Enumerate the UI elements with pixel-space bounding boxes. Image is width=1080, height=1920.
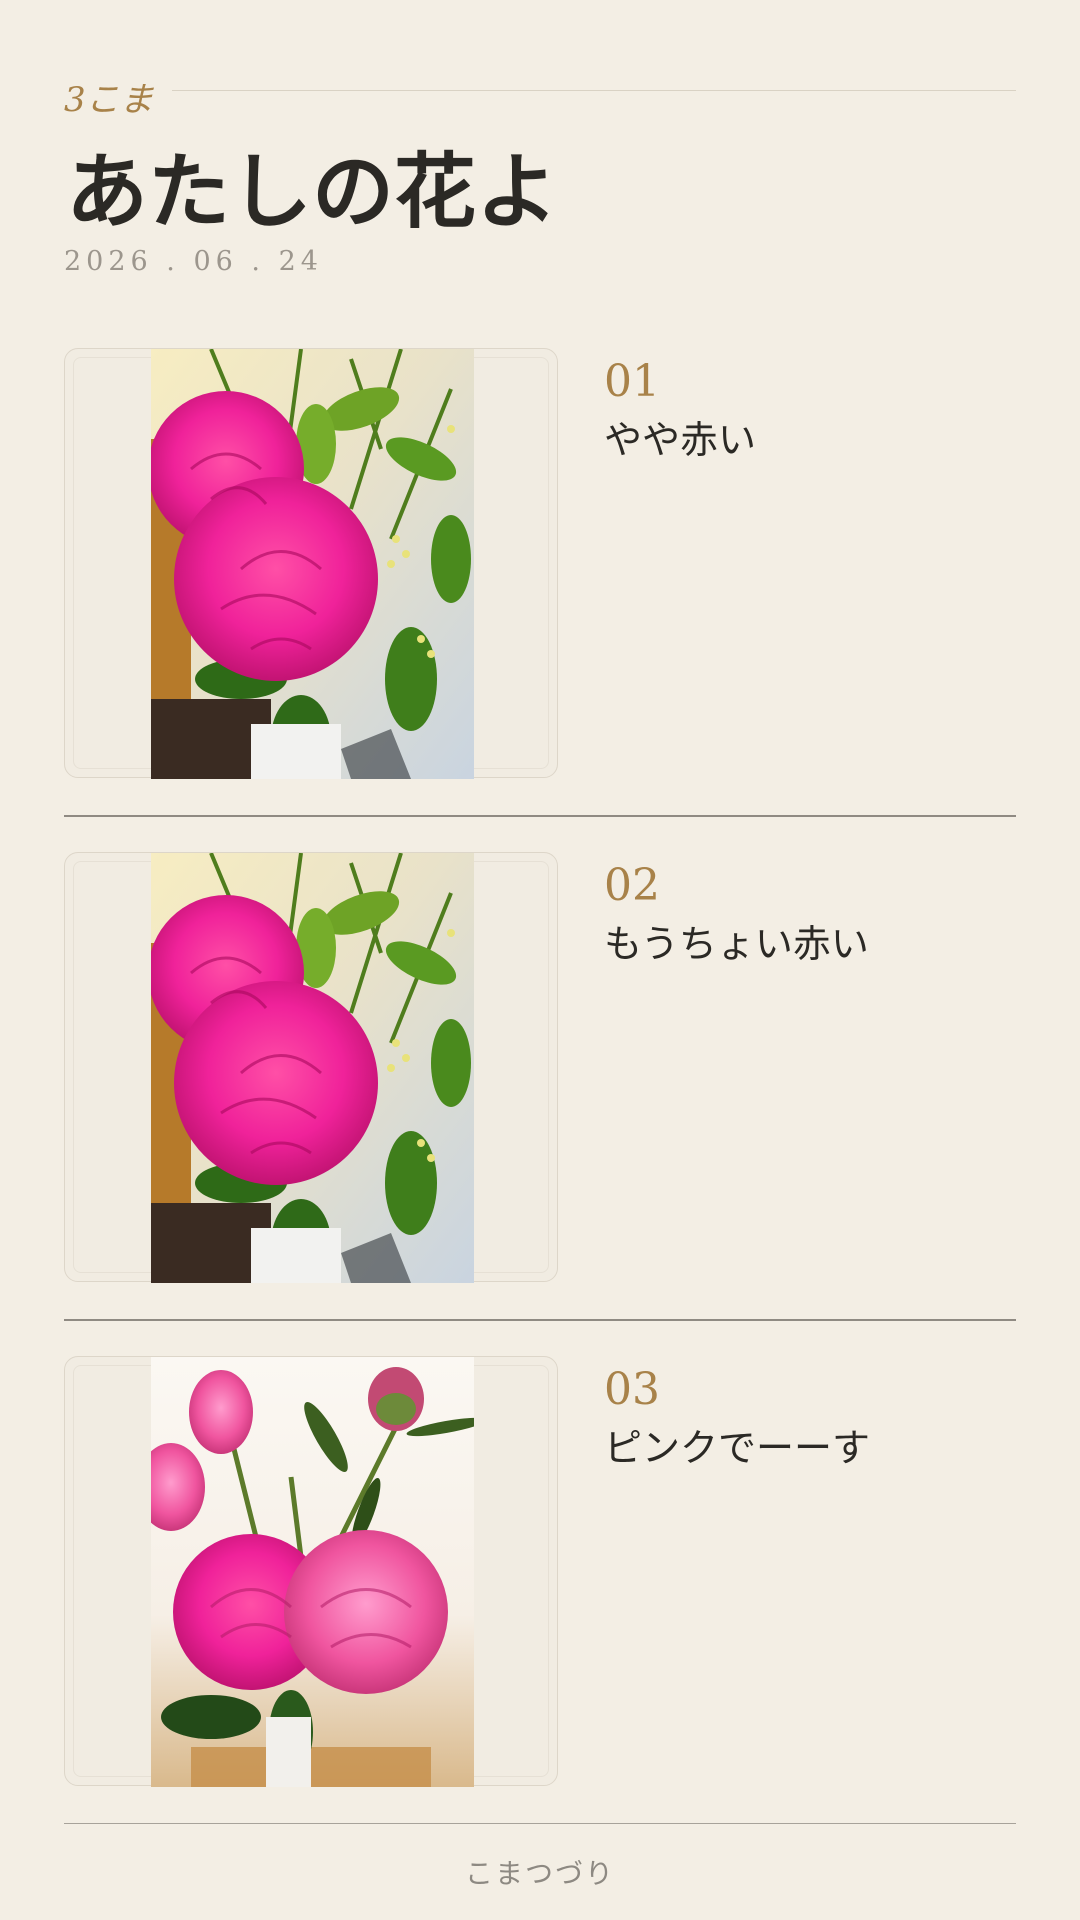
entry-number: 01	[604, 356, 660, 407]
frame-count-label: 3こま	[64, 80, 154, 120]
entry-card[interactable]: 03 ピンクでーーす	[64, 1356, 1016, 1788]
entry-caption: ピンクでーーす	[604, 1426, 871, 1470]
entry-caption: やや赤い	[604, 418, 757, 462]
peony-photo[interactable]	[151, 349, 474, 779]
photo-frame[interactable]	[64, 1356, 558, 1787]
footer-brand: こまつづり	[464, 1857, 615, 1890]
entry-caption: もうちょい赤い	[604, 922, 869, 966]
divider	[64, 1319, 1016, 1321]
photo-frame[interactable]	[64, 348, 558, 779]
entry-card[interactable]: 02 もうちょい赤い	[64, 852, 1016, 1284]
page-title: あたしの花よ	[66, 145, 559, 240]
peony-photo[interactable]	[151, 1357, 474, 1787]
collection-header: 3こま	[64, 78, 1016, 122]
entry-card[interactable]: 01 やや赤い	[64, 348, 1016, 780]
photo-frame[interactable]	[64, 852, 558, 1283]
page-date: 2026 . 06 . 24	[64, 246, 323, 277]
entry-number: 02	[604, 860, 660, 911]
divider	[64, 1823, 1016, 1824]
header-rule	[172, 90, 1016, 91]
peony-photo[interactable]	[151, 853, 474, 1283]
divider	[64, 815, 1016, 817]
entry-number: 03	[604, 1364, 660, 1415]
